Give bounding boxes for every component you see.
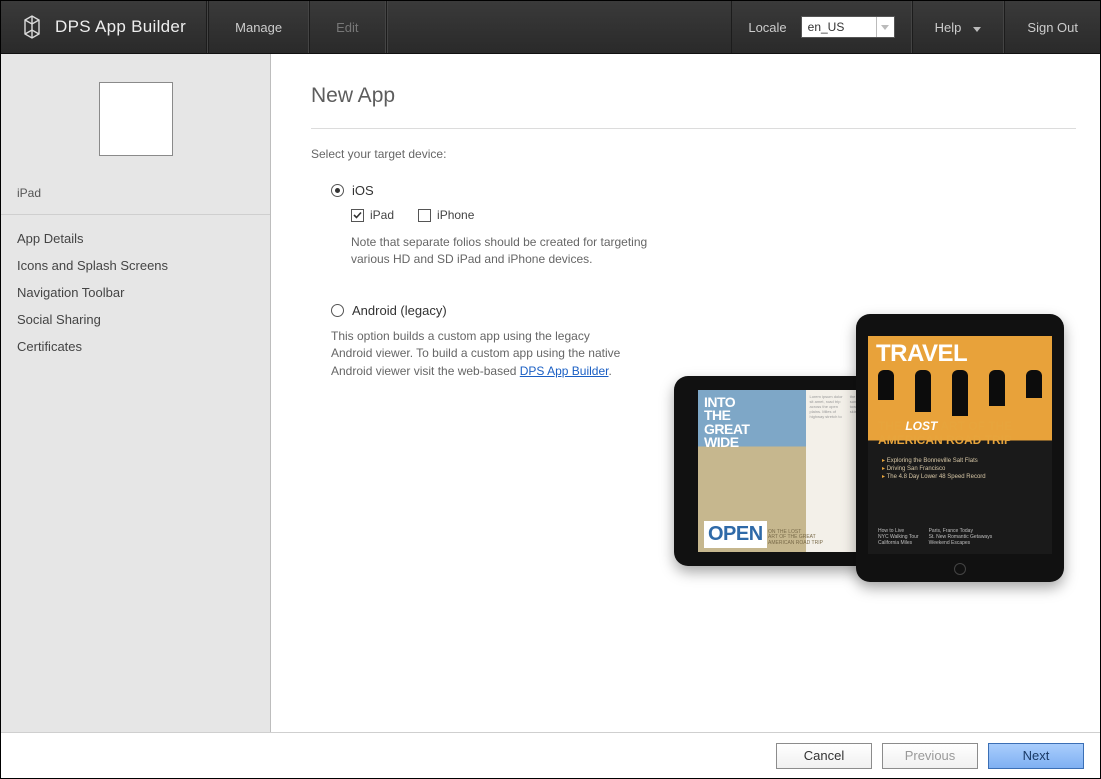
radio-android-label: Android (legacy) <box>352 303 447 318</box>
sidebar-item-nav-toolbar[interactable]: Navigation Toolbar <box>1 279 270 306</box>
sidebar: iPad App Details Icons and Splash Screen… <box>1 54 271 732</box>
checkbox-iphone-label: iPhone <box>437 208 474 222</box>
android-note: This option builds a custom app using th… <box>331 328 621 380</box>
radio-ios[interactable] <box>331 184 344 197</box>
help-label: Help <box>935 20 962 35</box>
help-menu[interactable]: Help <box>912 1 1005 53</box>
ipad-portrait-preview: TRAVEL THE LOST ART OF THE AMERICAN ROAD… <box>856 314 1064 582</box>
previous-button: Previous <box>882 743 978 769</box>
page-subtitle: Select your target device: <box>311 147 1076 161</box>
app-brand: DPS App Builder <box>1 1 206 53</box>
menu-edit: Edit <box>309 1 385 53</box>
sidebar-item-icons-splash[interactable]: Icons and Splash Screens <box>1 252 270 279</box>
app-thumbnail[interactable] <box>99 82 173 156</box>
app-logo-icon <box>21 14 43 40</box>
dps-app-builder-link[interactable]: DPS App Builder <box>520 364 609 378</box>
sidebar-item-certificates[interactable]: Certificates <box>1 333 270 360</box>
footer: Cancel Previous Next <box>1 732 1100 778</box>
checkbox-ipad[interactable] <box>351 209 364 222</box>
sidebar-item-app-details[interactable]: App Details <box>1 225 270 252</box>
locale-section: Locale en_US <box>731 1 911 53</box>
radio-android[interactable] <box>331 304 344 317</box>
checkbox-ipad-label: iPad <box>370 208 394 222</box>
page-title: New App <box>311 84 1076 108</box>
checkbox-iphone[interactable] <box>418 209 431 222</box>
sidebar-title: iPad <box>1 174 270 215</box>
radio-ios-label: iOS <box>352 183 374 198</box>
main-panel: New App Select your target device: iOS i… <box>271 54 1100 732</box>
locale-select[interactable]: en_US <box>801 16 895 38</box>
sign-out-button[interactable]: Sign Out <box>1004 1 1100 53</box>
app-name: DPS App Builder <box>55 17 186 37</box>
device-preview: INTO THE GREAT WIDE OPEN ON THE LOST ART… <box>674 314 1074 604</box>
ios-note: Note that separate folios should be crea… <box>351 234 681 269</box>
locale-label: Locale <box>748 20 786 35</box>
sidebar-item-social-sharing[interactable]: Social Sharing <box>1 306 270 333</box>
menu-manage[interactable]: Manage <box>208 1 309 53</box>
chevron-down-icon <box>876 17 894 37</box>
next-button[interactable]: Next <box>988 743 1084 769</box>
chevron-down-icon <box>973 20 981 35</box>
cancel-button[interactable]: Cancel <box>776 743 872 769</box>
home-button-icon <box>954 563 966 575</box>
locale-value: en_US <box>808 20 845 34</box>
title-bar: DPS App Builder Manage Edit Locale en_US… <box>1 1 1100 54</box>
